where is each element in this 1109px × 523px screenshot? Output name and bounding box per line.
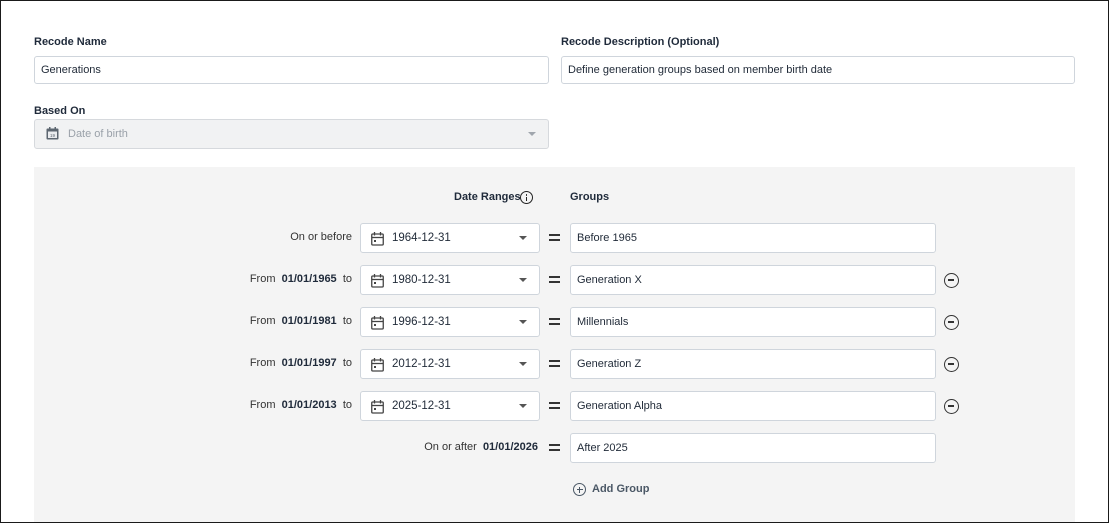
based-on-select[interactable]: Date of birth [34, 119, 549, 149]
chevron-down-icon [528, 132, 536, 136]
group-name-input[interactable]: Generation Alpha [570, 391, 936, 421]
range-label: From 01/01/2013 to [250, 399, 352, 411]
remove-circle-icon[interactable] [944, 399, 959, 414]
remove-circle-icon[interactable] [944, 273, 959, 288]
group-name-input[interactable]: After 2025 [570, 433, 936, 463]
range-prefix: From [249, 315, 276, 327]
recode-description-input[interactable]: Define generation groups based on member… [561, 56, 1075, 84]
chevron-down-icon [519, 362, 527, 366]
recode-description-label: Recode Description (Optional) [561, 36, 720, 48]
end-date-select[interactable]: 1964-12-31 [360, 223, 540, 253]
equals-icon [549, 360, 560, 367]
range-start-date: 01/01/1997 [281, 357, 337, 369]
range-prefix: From [249, 399, 276, 411]
range-to: to [342, 273, 352, 285]
end-date-select[interactable]: 1980-12-31 [360, 265, 540, 295]
equals-icon [549, 444, 560, 451]
end-date-value: 1996-12-31 [392, 316, 451, 328]
add-group-label: Add Group [592, 483, 650, 495]
range-label: On or after 01/01/2026 [424, 441, 538, 453]
equals-icon [549, 234, 560, 241]
end-date-value: 1964-12-31 [392, 232, 451, 244]
range-prefix: From [249, 357, 276, 369]
end-date-value: 2025-12-31 [392, 400, 451, 412]
calendar-icon: 19 [46, 127, 59, 140]
ranges-panel [34, 167, 1075, 522]
remove-circle-icon[interactable] [944, 315, 959, 330]
calendar-icon [371, 232, 384, 246]
info-icon[interactable] [520, 191, 533, 204]
group-name-input[interactable]: Generation Z [570, 349, 936, 379]
groups-header: Groups [570, 191, 610, 203]
group-name-input[interactable]: Before 1965 [570, 223, 936, 253]
range-label: On or before [290, 231, 352, 243]
chevron-down-icon [519, 404, 527, 408]
recode-editor: Recode Name Generations Recode Descripti… [0, 0, 1109, 523]
group-name-input[interactable]: Millennials [570, 307, 936, 337]
based-on-label: Based On [34, 105, 86, 117]
end-date-select[interactable]: 1996-12-31 [360, 307, 540, 337]
svg-text:19: 19 [50, 133, 56, 138]
range-to: to [342, 315, 352, 327]
chevron-down-icon [519, 236, 527, 240]
range-start-date: 01/01/1981 [281, 315, 337, 327]
calendar-icon [371, 316, 384, 330]
range-start-date: 01/01/2013 [281, 399, 337, 411]
chevron-down-icon [519, 320, 527, 324]
recode-name-input[interactable]: Generations [34, 56, 549, 84]
calendar-icon [371, 358, 384, 372]
range-label: From 01/01/1981 to [250, 315, 352, 327]
end-date-value: 1980-12-31 [392, 274, 451, 286]
calendar-icon [371, 274, 384, 288]
recode-name-label: Recode Name [34, 36, 107, 48]
equals-icon [549, 276, 560, 283]
add-circle-icon [573, 483, 586, 496]
end-date-value: 2012-12-31 [392, 358, 451, 370]
calendar-icon [371, 400, 384, 414]
end-date-select[interactable]: 2012-12-31 [360, 349, 540, 379]
group-name-input[interactable]: Generation X [570, 265, 936, 295]
equals-icon [549, 402, 560, 409]
range-to: to [342, 399, 352, 411]
date-ranges-header: Date Ranges [454, 191, 521, 203]
end-date-select[interactable]: 2025-12-31 [360, 391, 540, 421]
range-label: From 01/01/1997 to [250, 357, 352, 369]
range-to: to [342, 357, 352, 369]
range-start-date: 01/01/2026 [482, 441, 538, 453]
equals-icon [549, 318, 560, 325]
range-label: From 01/01/1965 to [250, 273, 352, 285]
range-start-date: 01/01/1965 [281, 273, 337, 285]
range-prefix: From [249, 273, 276, 285]
range-prefix: On or before [290, 231, 352, 243]
range-prefix: On or after [424, 441, 477, 453]
remove-circle-icon[interactable] [944, 357, 959, 372]
based-on-value: Date of birth [68, 128, 128, 140]
chevron-down-icon [519, 278, 527, 282]
